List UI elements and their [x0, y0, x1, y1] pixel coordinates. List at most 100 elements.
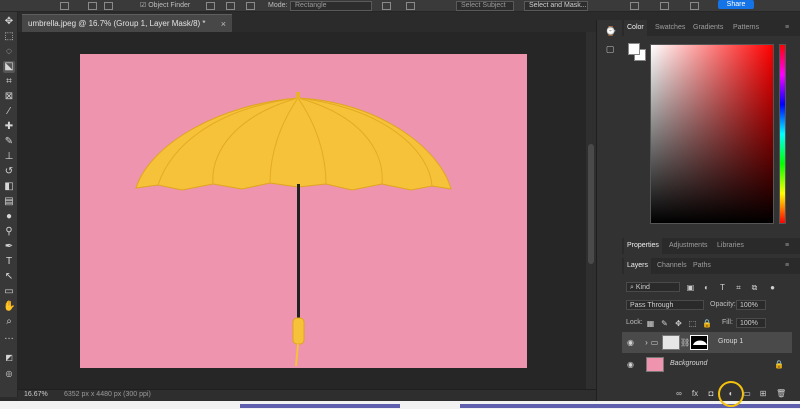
document-title: umbrella.jpeg @ 16.7% (Group 1, Layer Ma…	[28, 19, 206, 28]
healing-brush-tool-icon[interactable]: ✚	[3, 121, 15, 133]
more-tools-icon[interactable]: …	[3, 331, 15, 343]
lock-transparent-icon[interactable]: ▦	[646, 319, 655, 328]
path-selection-tool-icon[interactable]: ↖	[3, 271, 15, 283]
refresh-icon[interactable]	[206, 2, 215, 10]
filter-shape-icon[interactable]: ⌗	[734, 283, 743, 292]
color-panel-tabs: Color Swatches Gradients Patterns ≡	[622, 20, 800, 36]
select-and-mask-button[interactable]: Select and Mask...	[524, 1, 588, 11]
panel-menu-icon[interactable]: ≡	[782, 20, 792, 36]
zoom-level[interactable]: 16.67%	[24, 391, 48, 398]
hand-tool-icon[interactable]: ✋	[3, 301, 15, 313]
layer-mask-thumbnail[interactable]	[690, 335, 708, 350]
mode-select[interactable]: Rectangle	[290, 1, 372, 11]
zoom-tool-icon[interactable]: ⌕	[3, 316, 15, 328]
panel-menu-icon[interactable]: ≡	[782, 258, 792, 274]
filter-smart-object-icon[interactable]: ⧉	[750, 283, 759, 292]
move-tool-icon[interactable]: ✥	[3, 16, 15, 28]
tab-libraries[interactable]: Libraries	[714, 238, 747, 254]
search-icon[interactable]	[660, 2, 669, 10]
clone-stamp-tool-icon[interactable]: ⊥	[3, 151, 15, 163]
tab-swatches[interactable]: Swatches	[652, 20, 688, 36]
new-selection-icon[interactable]	[88, 2, 97, 10]
history-brush-tool-icon[interactable]: ↺	[3, 166, 15, 178]
new-layer-icon[interactable]: ⊞	[758, 389, 768, 399]
frame-tool-icon[interactable]: ⊠	[3, 91, 15, 103]
lock-position-icon[interactable]: ✥	[674, 319, 683, 328]
tool-preset-icon[interactable]	[60, 2, 69, 10]
select-subject-button[interactable]: Select Subject	[456, 1, 514, 11]
vertical-scrollbar[interactable]	[586, 32, 596, 389]
quick-mask-icon[interactable]: ◎	[3, 368, 15, 380]
layer-name[interactable]: Background	[670, 360, 707, 367]
eraser-tool-icon[interactable]: ◧	[3, 181, 15, 193]
mask-shape	[693, 340, 707, 345]
blend-mode-select[interactable]: Pass Through	[626, 300, 704, 310]
layer-row-background[interactable]: ◉ Background 🔒	[622, 354, 792, 375]
enhance-edge-icon[interactable]	[406, 2, 415, 10]
hue-slider[interactable]	[779, 44, 786, 224]
tab-paths[interactable]: Paths	[690, 258, 714, 274]
share-button[interactable]: Share	[718, 0, 754, 9]
pen-tool-icon[interactable]: ✒	[3, 241, 15, 253]
chain-link-icon[interactable]: ⛓	[680, 338, 690, 347]
eyedropper-tool-icon[interactable]: ⁄	[3, 106, 15, 118]
tab-layers[interactable]: Layers	[624, 258, 652, 274]
canvas-area[interactable]	[18, 32, 586, 389]
comments-icon[interactable]: ▢	[605, 44, 615, 54]
add-mask-icon[interactable]: ◘	[706, 389, 716, 399]
tab-properties[interactable]: Properties	[624, 238, 662, 254]
tab-color[interactable]: Color	[624, 20, 647, 36]
lasso-tool-icon[interactable]: ◌	[3, 46, 15, 58]
dodge-tool-icon[interactable]: ⚲	[3, 226, 15, 238]
brush-tool-icon[interactable]: ✎	[3, 136, 15, 148]
gradient-tool-icon[interactable]: ▤	[3, 196, 15, 208]
tab-channels[interactable]: Channels	[654, 258, 690, 274]
layer-row-group-1[interactable]: ◉ › ▭ ⛓ Group 1	[622, 332, 792, 353]
document-info[interactable]: 6352 px x 4480 px (300 ppi)	[64, 391, 151, 398]
delete-layer-icon[interactable]: 🗑	[776, 389, 786, 399]
visibility-eye-icon[interactable]: ◉	[627, 338, 637, 347]
layer-style-icon[interactable]: fx	[690, 389, 700, 399]
scrollbar-thumb[interactable]	[588, 144, 594, 264]
color-picker-field[interactable]	[650, 44, 774, 224]
lock-image-icon[interactable]: ✎	[660, 319, 669, 328]
filter-type-icon[interactable]: T	[718, 283, 727, 292]
close-tab-icon[interactable]: ×	[221, 15, 226, 33]
filter-pixel-icon[interactable]: ▣	[686, 283, 695, 292]
filter-adjustment-icon[interactable]: ◐	[702, 283, 711, 292]
home-icon[interactable]	[630, 2, 639, 10]
tab-gradients[interactable]: Gradients	[690, 20, 726, 36]
panel-menu-icon[interactable]: ≡	[782, 238, 792, 254]
fill-input[interactable]: 100%	[736, 318, 766, 328]
tab-adjustments[interactable]: Adjustments	[666, 238, 711, 254]
document-canvas[interactable]	[80, 54, 527, 368]
foreground-color-swatch[interactable]	[628, 43, 640, 55]
history-icon[interactable]: ⌚	[605, 26, 616, 36]
blur-tool-icon[interactable]: ●	[3, 211, 15, 223]
link-layers-icon[interactable]: ∞	[674, 389, 684, 399]
object-finder-checkbox[interactable]: ☑ Object Finder	[140, 1, 190, 11]
tab-patterns[interactable]: Patterns	[730, 20, 762, 36]
show-all-objects-icon[interactable]	[226, 2, 235, 10]
rectangle-tool-icon[interactable]: ▭	[3, 286, 15, 298]
lock-artboard-icon[interactable]: ⬚	[688, 319, 697, 328]
layer-name[interactable]: Group 1	[718, 338, 743, 345]
sample-all-layers-icon[interactable]	[382, 2, 391, 10]
visibility-eye-icon[interactable]: ◉	[627, 360, 637, 369]
type-tool-icon[interactable]: T	[3, 256, 15, 268]
filter-kind-select[interactable]: ⌕ Kind	[626, 282, 680, 292]
taskbar-segment	[240, 404, 400, 408]
document-tab[interactable]: umbrella.jpeg @ 16.7% (Group 1, Layer Ma…	[22, 14, 232, 32]
object-selection-tool-icon[interactable]: ⬕	[3, 61, 15, 73]
filter-toggle-icon[interactable]: ●	[768, 283, 777, 292]
marquee-tool-icon[interactable]: ⬚	[3, 31, 15, 43]
highlight-circle	[718, 381, 744, 407]
foreground-background-colors[interactable]: ◩	[3, 352, 15, 364]
add-selection-icon[interactable]	[104, 2, 113, 10]
settings-icon[interactable]	[246, 2, 255, 10]
blend-row: Pass Through Opacity: 100%	[622, 299, 800, 311]
crop-tool-icon[interactable]: ⌗	[3, 76, 15, 88]
workspace-icon[interactable]	[690, 2, 699, 10]
lock-all-icon[interactable]: 🔒	[702, 319, 712, 328]
opacity-input[interactable]: 100%	[736, 300, 766, 310]
